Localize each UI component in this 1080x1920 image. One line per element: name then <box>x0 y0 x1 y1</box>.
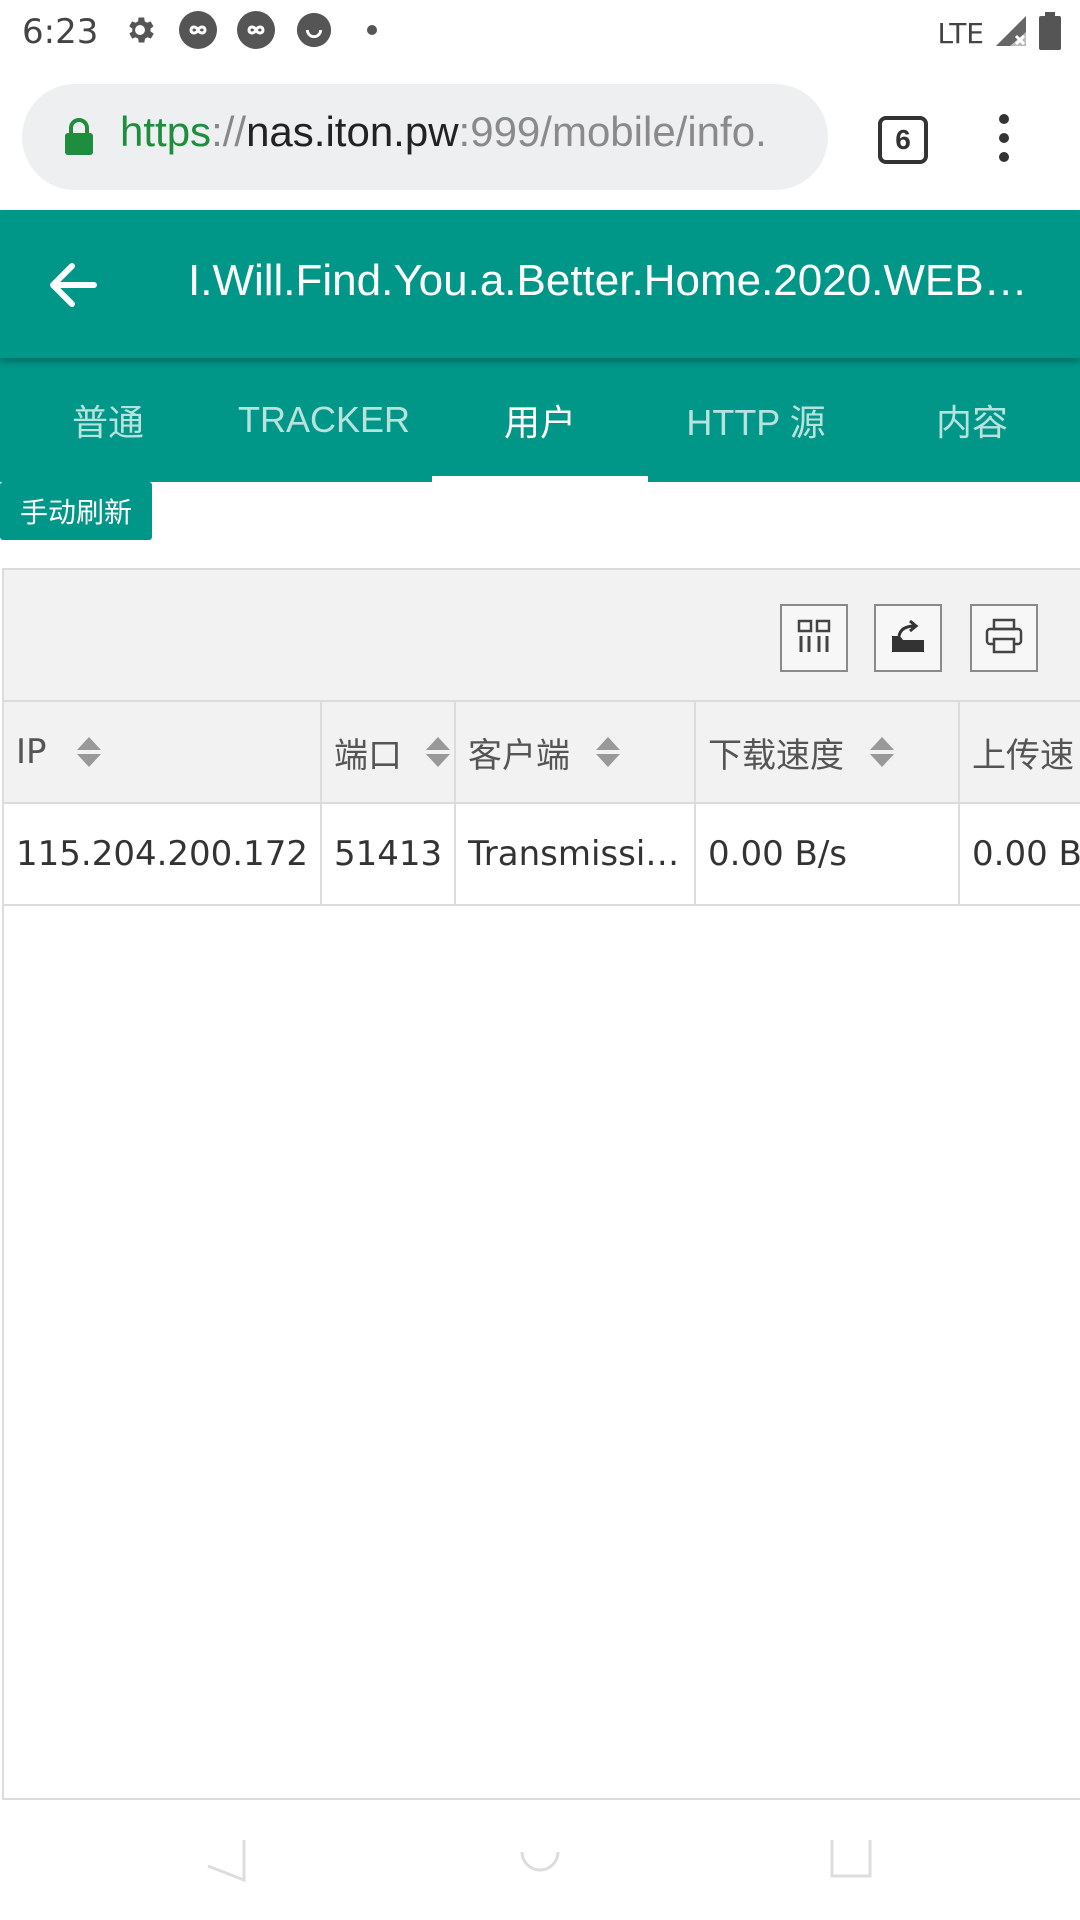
table-header: IP 端口 客户端 下载速度 上传速 <box>4 702 1080 804</box>
url-bar[interactable]: https://nas.iton.pw:999/mobile/info. <box>22 84 828 190</box>
sort-icon[interactable] <box>76 735 101 769</box>
columns-button[interactable] <box>780 604 848 672</box>
print-icon <box>985 618 1023 658</box>
app-header: I.Will.Find.You.a.Better.Home.2020.WEB… <box>0 210 1080 358</box>
lock-icon <box>64 118 94 160</box>
status-bar: 6:23 LTE <box>0 0 1080 62</box>
export-button[interactable] <box>874 604 942 672</box>
battery-icon <box>1038 12 1062 54</box>
browser-toolbar: https://nas.iton.pw:999/mobile/info. 6 <box>0 62 1080 210</box>
tab-switcher-button[interactable]: 6 <box>878 116 928 164</box>
tab-general[interactable]: 普通 <box>0 358 216 482</box>
back-arrow-icon[interactable] <box>48 262 98 312</box>
url-path: :999/mobile/info. <box>458 108 767 155</box>
system-nav-bar <box>0 1800 1080 1920</box>
column-label: IP <box>16 732 47 772</box>
dot-icon <box>352 10 392 50</box>
sort-icon[interactable] <box>596 735 620 769</box>
peers-table-panel: IP 端口 客户端 下载速度 上传速 115.204.200.172 51413… <box>2 568 1080 1800</box>
tab-peers[interactable]: 用户 <box>432 358 648 482</box>
table-row[interactable]: 115.204.200.172 51413 Transmissi… 0.00 B… <box>4 804 1080 906</box>
nav-recents-icon[interactable] <box>830 1838 872 1884</box>
tab-content[interactable]: 内容 <box>864 358 1080 482</box>
smiley-icon <box>294 10 334 50</box>
column-header-port[interactable]: 端口 <box>322 702 456 802</box>
sort-icon[interactable] <box>426 735 450 769</box>
page-title: I.Will.Find.You.a.Better.Home.2020.WEB… <box>188 256 1028 305</box>
cell-port: 51413 <box>322 804 456 904</box>
status-notification-icons <box>120 10 392 50</box>
gear-icon <box>120 10 160 50</box>
cell-client: Transmissi… <box>456 804 696 904</box>
tab-tracker[interactable]: TRACKER <box>216 358 432 482</box>
column-header-ip[interactable]: IP <box>4 702 322 802</box>
status-time: 6:23 <box>22 12 99 52</box>
table-toolbar <box>4 570 1080 702</box>
columns-icon <box>796 618 832 658</box>
column-label: 端口 <box>334 735 402 776</box>
url-host: nas.iton.pw <box>246 108 459 155</box>
url-text[interactable]: https://nas.iton.pw:999/mobile/info. <box>120 108 820 156</box>
cell-download-speed: 0.00 B/s <box>696 804 960 904</box>
status-system-icons: LTE <box>937 12 1062 54</box>
overflow-menu-icon[interactable] <box>994 114 1014 164</box>
signal-icon <box>994 14 1028 52</box>
export-icon <box>889 618 927 658</box>
column-label: 上传速 <box>972 735 1074 776</box>
column-header-download-speed[interactable]: 下载速度 <box>696 702 960 802</box>
cell-ip: 115.204.200.172 <box>4 804 322 904</box>
cell-upload-speed: 0.00 B/ <box>972 834 1080 874</box>
column-label: 客户端 <box>468 735 570 776</box>
nav-back-icon[interactable] <box>206 1838 246 1886</box>
cell-client-text: Transmissi… <box>468 834 680 874</box>
sort-icon[interactable] <box>870 735 894 769</box>
url-separator: :// <box>211 108 247 155</box>
url-scheme: https <box>120 108 212 155</box>
infinity-icon <box>178 10 218 50</box>
manual-refresh-button[interactable]: 手动刷新 <box>0 482 152 540</box>
tab-http-sources[interactable]: HTTP 源 <box>648 358 864 482</box>
network-type: LTE <box>937 16 984 50</box>
infinity-icon <box>236 10 276 50</box>
column-header-client[interactable]: 客户端 <box>456 702 696 802</box>
nav-home-icon[interactable] <box>520 1838 560 1882</box>
tab-bar: 普通 TRACKER 用户 HTTP 源 内容 <box>0 358 1080 482</box>
print-button[interactable] <box>970 604 1038 672</box>
column-label: 下载速度 <box>708 735 844 776</box>
column-header-upload-speed[interactable]: 上传速 <box>960 702 1080 802</box>
